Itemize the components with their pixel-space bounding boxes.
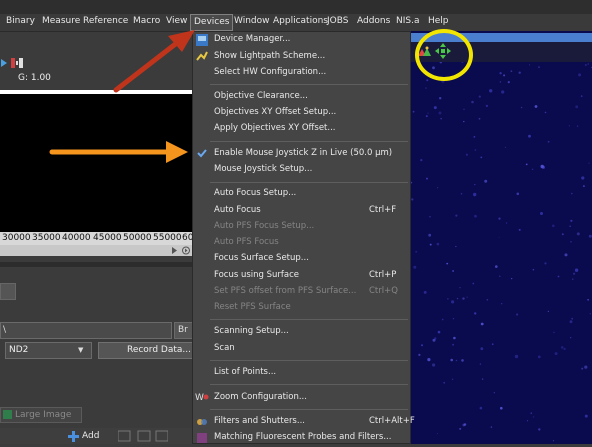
annotation-arrows (49, 30, 195, 163)
orange-arrow (49, 141, 188, 163)
red-arrow (113, 30, 195, 93)
